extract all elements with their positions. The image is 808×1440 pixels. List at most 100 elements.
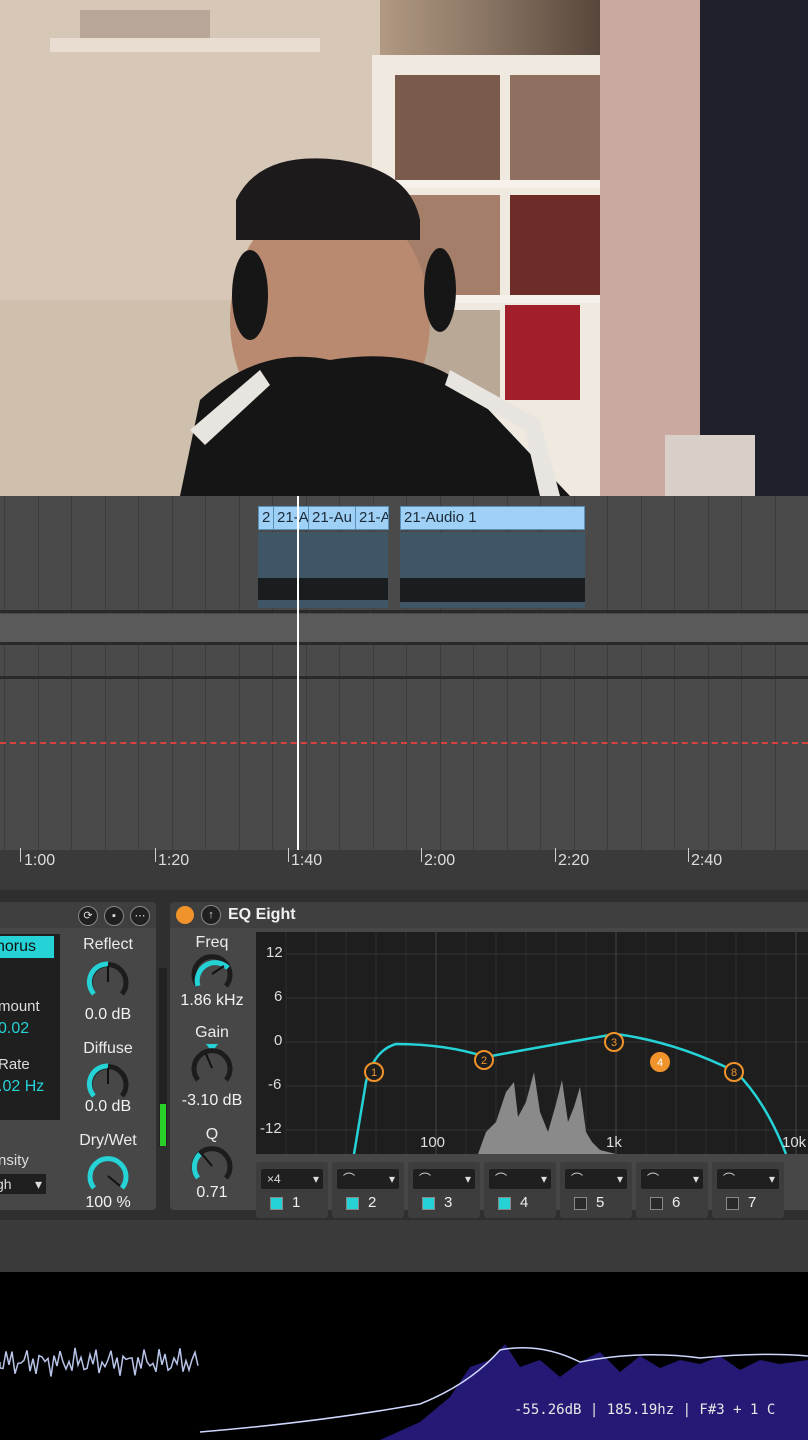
ruler-label: 1:20 xyxy=(158,852,190,869)
diffuse-value: 0.0 dB xyxy=(84,1098,132,1115)
ruler-label: 1:40 xyxy=(291,852,323,869)
webcam-scene xyxy=(0,0,808,496)
freq-tick: 10k xyxy=(782,1134,807,1151)
filter-type-dropdown[interactable]: ×4 ▾ xyxy=(261,1169,323,1189)
grid-line xyxy=(38,496,39,850)
amount-label: mount xyxy=(0,998,40,1015)
grid-line xyxy=(239,496,240,850)
group-track-lane xyxy=(0,614,808,642)
eq-band-node-label: 2 xyxy=(481,1055,487,1067)
chevron-down-icon: ▾ xyxy=(768,1172,775,1186)
rate-label: Rate xyxy=(0,1056,30,1073)
grid-line xyxy=(138,496,139,850)
band-enable-toggle[interactable] xyxy=(726,1197,739,1210)
grid-line xyxy=(71,496,72,850)
eq-curve-display[interactable]: 12348 xyxy=(256,932,808,1154)
filter-type-dropdown[interactable]: ⌒ ▾ xyxy=(413,1169,475,1189)
band-enable-toggle[interactable] xyxy=(422,1197,435,1210)
filter-shape-icon: ⌒ xyxy=(647,1172,660,1186)
eq-display[interactable]: 12348 12 6 0 -6 -12 100 1k 10k xyxy=(256,932,808,1154)
save-preset-icon[interactable]: ▪ xyxy=(104,906,124,926)
filter-type-dropdown[interactable]: ⌒ ▾ xyxy=(489,1169,551,1189)
chevron-down-icon: ▾ xyxy=(540,1172,547,1186)
chevron-down-icon: ▾ xyxy=(692,1172,699,1186)
q-label: Q xyxy=(205,1126,219,1143)
filter-shape-icon: ×4 xyxy=(267,1172,281,1186)
drywet-value: 100 % xyxy=(85,1194,131,1211)
band-enable-toggle[interactable] xyxy=(650,1197,663,1210)
filter-type-dropdown[interactable]: ⌒ ▾ xyxy=(565,1169,627,1189)
lane-separator xyxy=(0,676,808,679)
upload-icon[interactable]: ↑ xyxy=(201,905,221,925)
freq-value: 1.86 kHz xyxy=(180,992,244,1009)
density-dropdown[interactable]: gh ▾ xyxy=(0,1174,46,1194)
ruler-tick xyxy=(20,848,21,862)
density-value: gh xyxy=(0,1176,12,1192)
eq-band-3: ⌒ ▾ 3 xyxy=(408,1162,480,1218)
band-enable-toggle[interactable] xyxy=(498,1197,511,1210)
device-chain: ⟳ ▪ ⋯ horus mount 0.02 Rate .02 Hz nsity… xyxy=(0,890,808,1272)
filter-type-dropdown[interactable]: ⌒ ▾ xyxy=(641,1169,703,1189)
grid-line xyxy=(4,496,5,850)
grid-line xyxy=(607,496,608,850)
grid-line xyxy=(674,496,675,850)
filter-shape-icon: ⌒ xyxy=(571,1172,584,1186)
q-knob[interactable] xyxy=(190,1144,234,1188)
hot-swap-icon[interactable]: ⟳ xyxy=(78,906,98,926)
chevron-down-icon: ▾ xyxy=(34,1176,42,1192)
eq-band-node-label: 8 xyxy=(731,1067,737,1079)
band-enable-toggle[interactable] xyxy=(270,1197,283,1210)
spectrum-analyzer-overlay: -55.26dB | 185.19hz | F#3 + 1 C xyxy=(0,1272,808,1440)
band-number: 4 xyxy=(520,1194,529,1211)
reflect-knob[interactable] xyxy=(86,960,130,1004)
chevron-down-icon: ▾ xyxy=(388,1172,395,1186)
band-number: 2 xyxy=(368,1194,377,1211)
ruler-label: 2:40 xyxy=(691,852,723,869)
reflect-value: 0.0 dB xyxy=(84,1006,132,1023)
band-number: 3 xyxy=(444,1194,453,1211)
waveform-trace xyxy=(0,1347,199,1377)
amount-value[interactable]: 0.02 xyxy=(0,1020,29,1038)
q-value: 0.71 xyxy=(196,1184,228,1201)
clip-header[interactable]: 2 xyxy=(258,506,274,530)
filter-type-dropdown[interactable]: ⌒ ▾ xyxy=(717,1169,779,1189)
band-enable-toggle[interactable] xyxy=(346,1197,359,1210)
gain-knob[interactable] xyxy=(190,1042,234,1090)
clip-header[interactable]: 21-A xyxy=(273,506,309,530)
arrangement-view[interactable]: 2 21-A 21-Au 21-A 21-Audio 1 1:00 1:20 1… xyxy=(0,496,808,890)
rate-value[interactable]: .02 Hz xyxy=(0,1078,44,1096)
more-options-icon[interactable]: ⋯ xyxy=(130,906,150,926)
clip-header[interactable]: 21-Audio 1 xyxy=(400,506,585,530)
freq-tick: 100 xyxy=(420,1134,446,1151)
band-number: 1 xyxy=(292,1194,301,1211)
band-enable-toggle[interactable] xyxy=(574,1197,587,1210)
lane-separator xyxy=(0,642,808,645)
grid-line xyxy=(105,496,106,850)
drywet-knob[interactable] xyxy=(86,1154,130,1198)
freq-knob[interactable] xyxy=(190,952,234,996)
filter-shape-icon: ⌒ xyxy=(723,1172,736,1186)
ruler-label: 2:20 xyxy=(558,852,590,869)
freq-label: Freq xyxy=(195,934,229,951)
playhead[interactable] xyxy=(297,496,299,850)
chorus-mode-button[interactable]: horus xyxy=(0,936,54,958)
device-on-toggle[interactable] xyxy=(176,906,194,924)
spectrum-fill xyxy=(380,1344,808,1440)
chevron-down-icon: ▾ xyxy=(616,1172,623,1186)
filter-shape-icon: ⌒ xyxy=(419,1172,432,1186)
eq-band-6: ⌒ ▾ 6 xyxy=(636,1162,708,1218)
clip-header[interactable]: 21-A xyxy=(355,506,389,530)
freq-tick: 1k xyxy=(606,1134,622,1151)
filter-type-dropdown[interactable]: ⌒ ▾ xyxy=(337,1169,399,1189)
eq-band-node-label: 3 xyxy=(611,1037,617,1049)
grid-line xyxy=(205,496,206,850)
band-number: 6 xyxy=(672,1194,681,1211)
diffuse-label: Diffuse xyxy=(83,1040,133,1057)
grid-line xyxy=(775,496,776,850)
clip-header[interactable]: 21-Au xyxy=(308,506,356,530)
ruler-tick xyxy=(688,848,689,862)
db-tick: -12 xyxy=(260,1120,282,1137)
eq-eight-device: ↑ EQ Eight Freq 1.86 kHz Gain -3.10 dB Q… xyxy=(170,902,808,1218)
db-tick: 12 xyxy=(266,944,283,961)
time-ruler[interactable] xyxy=(0,850,808,890)
